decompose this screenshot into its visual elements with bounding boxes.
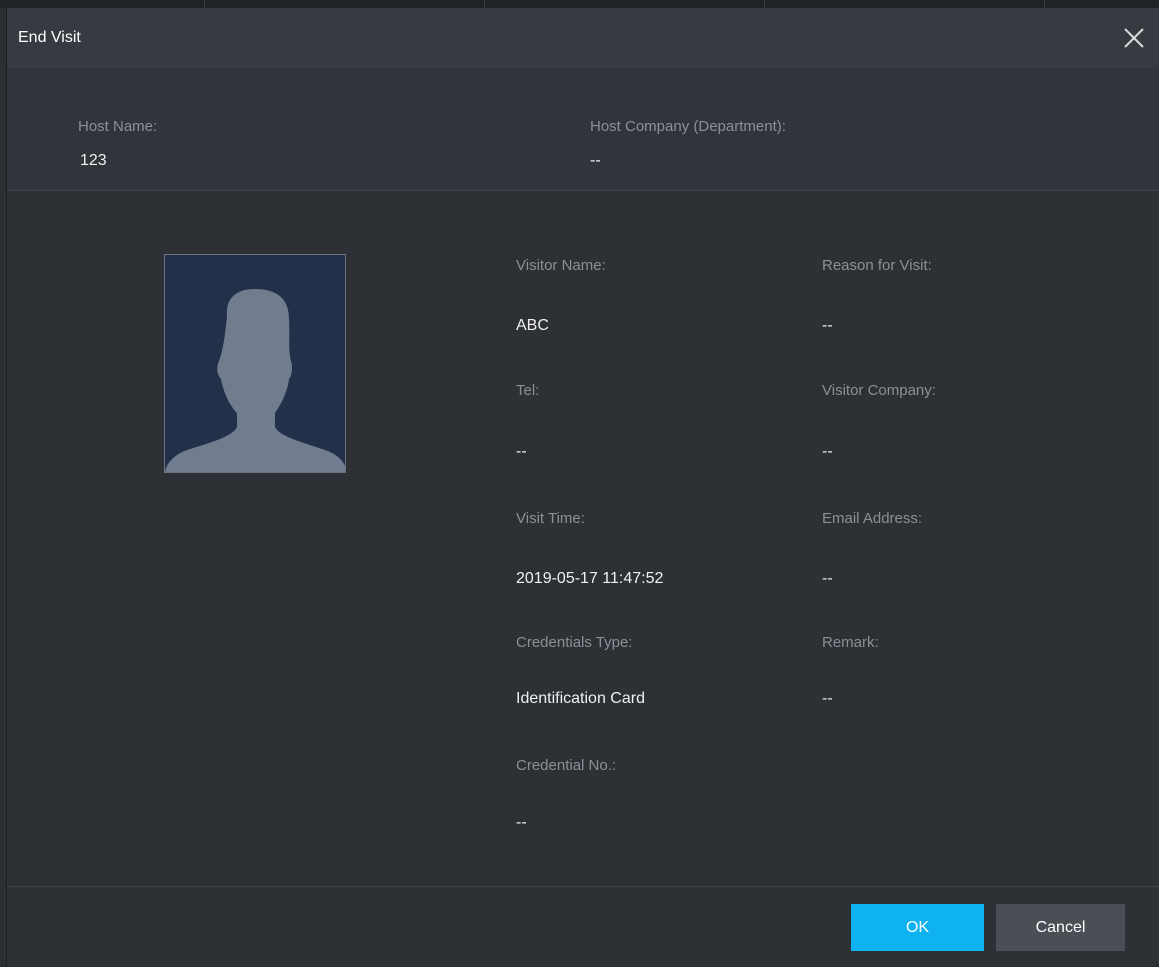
remark-value: --	[822, 690, 833, 707]
dialog-title: End Visit	[18, 29, 81, 46]
email-label: Email Address:	[822, 510, 923, 527]
visit-time-value: 2019-05-17 11:47:52	[516, 570, 664, 587]
tel-value: --	[516, 443, 527, 460]
end-visit-dialog: End Visit Host Name: 123 Host Company (D…	[6, 8, 1159, 967]
background-column-divider	[204, 0, 205, 8]
visit-time-label: Visit Time:	[516, 510, 585, 527]
host-company-value: --	[590, 152, 601, 169]
credentials-type-label: Credentials Type:	[516, 634, 633, 651]
background-column-divider	[484, 0, 485, 8]
close-button[interactable]	[1122, 26, 1146, 50]
reason-label: Reason for Visit:	[822, 257, 932, 274]
close-icon	[1124, 28, 1144, 48]
host-name-label: Host Name:	[78, 118, 158, 135]
host-info-section: Host Name: 123 Host Company (Department)…	[7, 68, 1159, 191]
host-company-label: Host Company (Department):	[590, 118, 786, 135]
visitor-name-label: Visitor Name:	[516, 257, 606, 274]
visitor-company-value: --	[822, 443, 833, 460]
footer-divider	[7, 886, 1159, 887]
dialog-titlebar: End Visit	[7, 8, 1159, 68]
host-name-value: 123	[80, 152, 107, 169]
reason-value: --	[822, 317, 833, 334]
background-window-strip	[0, 0, 1159, 8]
person-silhouette-icon	[165, 289, 345, 472]
ok-button[interactable]: OK	[851, 904, 984, 951]
visitor-name-value: ABC	[516, 317, 549, 334]
credential-no-label: Credential No.:	[516, 757, 617, 774]
credential-no-value: --	[516, 814, 527, 831]
email-value: --	[822, 570, 833, 587]
remark-label: Remark:	[822, 634, 879, 651]
cancel-button[interactable]: Cancel	[996, 904, 1125, 951]
credentials-type-value: Identification Card	[516, 690, 645, 707]
background-column-divider	[764, 0, 765, 8]
visitor-photo	[164, 254, 346, 473]
visitor-company-label: Visitor Company:	[822, 382, 936, 399]
tel-label: Tel:	[516, 382, 540, 399]
background-column-divider	[1044, 0, 1045, 8]
